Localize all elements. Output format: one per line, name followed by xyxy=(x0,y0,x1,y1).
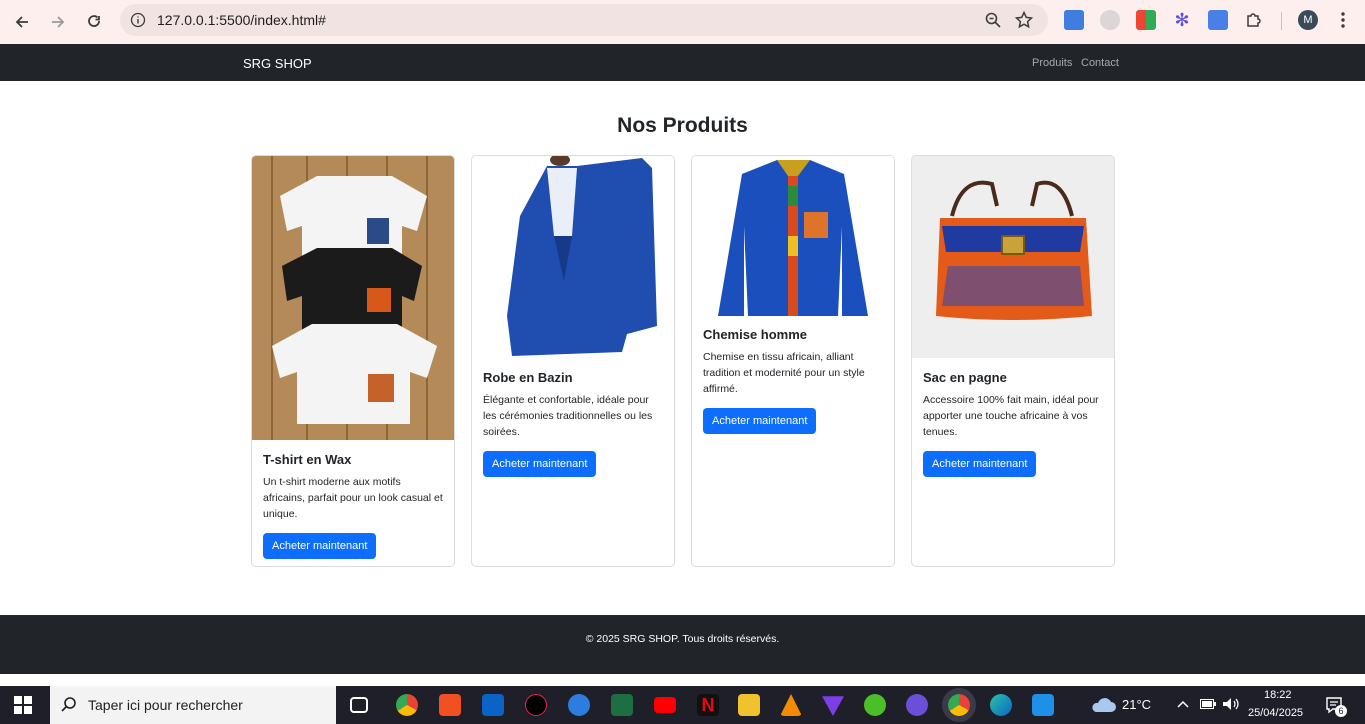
product-description: Un t-shirt moderne aux motifs africains,… xyxy=(263,476,443,520)
brand-link[interactable]: SRG SHOP xyxy=(243,56,312,71)
product-description: Chemise en tissu africain, alliant tradi… xyxy=(703,351,865,395)
product-card: T-shirt en Wax Un t-shirt moderne aux mo… xyxy=(251,155,455,567)
chevron-up-icon[interactable] xyxy=(1176,698,1190,710)
windows-start-icon[interactable] xyxy=(14,696,32,714)
vlc-icon[interactable] xyxy=(780,694,802,716)
excel-icon[interactable] xyxy=(611,694,633,716)
clock-date[interactable]: 25/04/2025 xyxy=(1248,707,1303,719)
product-card: Chemise homme Chemise en tissu africain,… xyxy=(691,155,895,567)
product-card: Robe en Bazin Élégante et confortable, i… xyxy=(471,155,675,567)
netflix-icon[interactable]: N xyxy=(697,694,719,716)
shirt-photo-icon xyxy=(692,156,894,316)
product-title: T-shirt en Wax xyxy=(263,452,352,467)
puzzle-extensions-icon[interactable] xyxy=(1244,10,1264,30)
store-icon[interactable] xyxy=(439,694,461,716)
cloud-weather-icon[interactable] xyxy=(1090,697,1116,713)
page-title: Nos Produits xyxy=(617,114,748,137)
buy-button[interactable]: Acheter maintenant xyxy=(923,451,1037,477)
site-navbar: SRG SHOP Produits Contact xyxy=(0,44,1365,81)
discord-icon[interactable] xyxy=(906,694,928,716)
color-extension-icon[interactable] xyxy=(1136,10,1156,30)
tshirts-photo-icon xyxy=(252,156,454,440)
battery-icon[interactable] xyxy=(1200,699,1216,709)
card-body: Sac en pagne Accessoire 100% fait main, … xyxy=(923,370,1105,477)
os-taskbar: Taper ici pour rechercher N 21°C 18:22 2… xyxy=(0,686,1365,724)
vscode-icon[interactable] xyxy=(1032,694,1054,716)
arrow-left-icon xyxy=(15,16,28,28)
tiktok-icon[interactable] xyxy=(525,694,547,716)
more-menu-icon[interactable] xyxy=(1334,10,1352,30)
nav-link-contact[interactable]: Contact xyxy=(1081,57,1119,69)
site-footer: © 2025 SRG SHOP. Tous droits réservés. xyxy=(0,615,1365,674)
buy-button[interactable]: Acheter maintenant xyxy=(263,533,377,559)
outlook-icon[interactable] xyxy=(482,694,504,716)
toolbar-divider xyxy=(1281,12,1282,30)
utorrent-icon[interactable] xyxy=(864,694,886,716)
bookmark-star-icon[interactable] xyxy=(1014,10,1034,30)
skype-icon[interactable] xyxy=(568,694,590,716)
file-explorer-icon[interactable] xyxy=(738,694,760,716)
copyright-text: © 2025 SRG SHOP. Tous droits réservés. xyxy=(585,633,780,645)
back-button[interactable] xyxy=(8,8,36,36)
url-text[interactable]: 127.0.0.1:5500/index.html# xyxy=(157,12,326,28)
search-placeholder: Taper ici pour rechercher xyxy=(88,697,243,713)
task-view-icon[interactable] xyxy=(350,697,368,713)
buy-button[interactable]: Acheter maintenant xyxy=(483,451,597,477)
reload-icon xyxy=(88,15,100,27)
arrow-right-icon xyxy=(52,16,65,28)
card-body: T-shirt en Wax Un t-shirt moderne aux mo… xyxy=(263,452,445,559)
product-description: Accessoire 100% fait main, idéal pour ap… xyxy=(923,394,1099,438)
info-icon[interactable] xyxy=(130,12,146,28)
chrome-profile-icon[interactable] xyxy=(948,694,970,716)
weather-temp[interactable]: 21°C xyxy=(1122,697,1151,712)
asterisk-extension-icon[interactable]: ✻ xyxy=(1172,10,1192,30)
product-title: Robe en Bazin xyxy=(483,370,573,385)
product-card: Sac en pagne Accessoire 100% fait main, … xyxy=(911,155,1115,567)
card-body: Chemise homme Chemise en tissu africain,… xyxy=(703,327,885,434)
bag-photo-icon xyxy=(912,156,1114,358)
buy-button[interactable]: Acheter maintenant xyxy=(703,408,817,434)
product-title: Sac en pagne xyxy=(923,370,1007,385)
volume-icon[interactable] xyxy=(1222,697,1240,711)
extension-icon[interactable] xyxy=(1100,10,1120,30)
address-bar[interactable]: 127.0.0.1:5500/index.html# xyxy=(120,4,1048,36)
forward-button[interactable] xyxy=(44,8,72,36)
reload-button[interactable] xyxy=(80,8,108,36)
translate-extension-icon[interactable] xyxy=(1064,10,1084,30)
google-translate-icon[interactable] xyxy=(1208,10,1228,30)
product-title: Chemise homme xyxy=(703,327,808,342)
dress-photo-icon xyxy=(472,156,674,358)
youtube-icon[interactable] xyxy=(654,697,676,713)
edge-icon[interactable] xyxy=(990,694,1012,716)
notification-badge: 6 xyxy=(1335,705,1347,717)
nav-link-produits[interactable]: Produits xyxy=(1032,57,1072,69)
chrome-icon[interactable] xyxy=(396,694,418,716)
card-body: Robe en Bazin Élégante et confortable, i… xyxy=(483,370,665,477)
search-icon xyxy=(61,697,76,712)
profile-avatar[interactable]: M xyxy=(1298,10,1318,30)
browser-toolbar: 127.0.0.1:5500/index.html# ✻ M xyxy=(0,0,1365,44)
clock-time[interactable]: 18:22 xyxy=(1264,689,1292,701)
zoom-icon[interactable] xyxy=(984,11,1002,29)
taskbar-search[interactable]: Taper ici pour rechercher xyxy=(50,686,336,724)
product-description: Élégante et confortable, idéale pour les… xyxy=(483,394,653,438)
vpn-icon[interactable] xyxy=(822,696,844,716)
